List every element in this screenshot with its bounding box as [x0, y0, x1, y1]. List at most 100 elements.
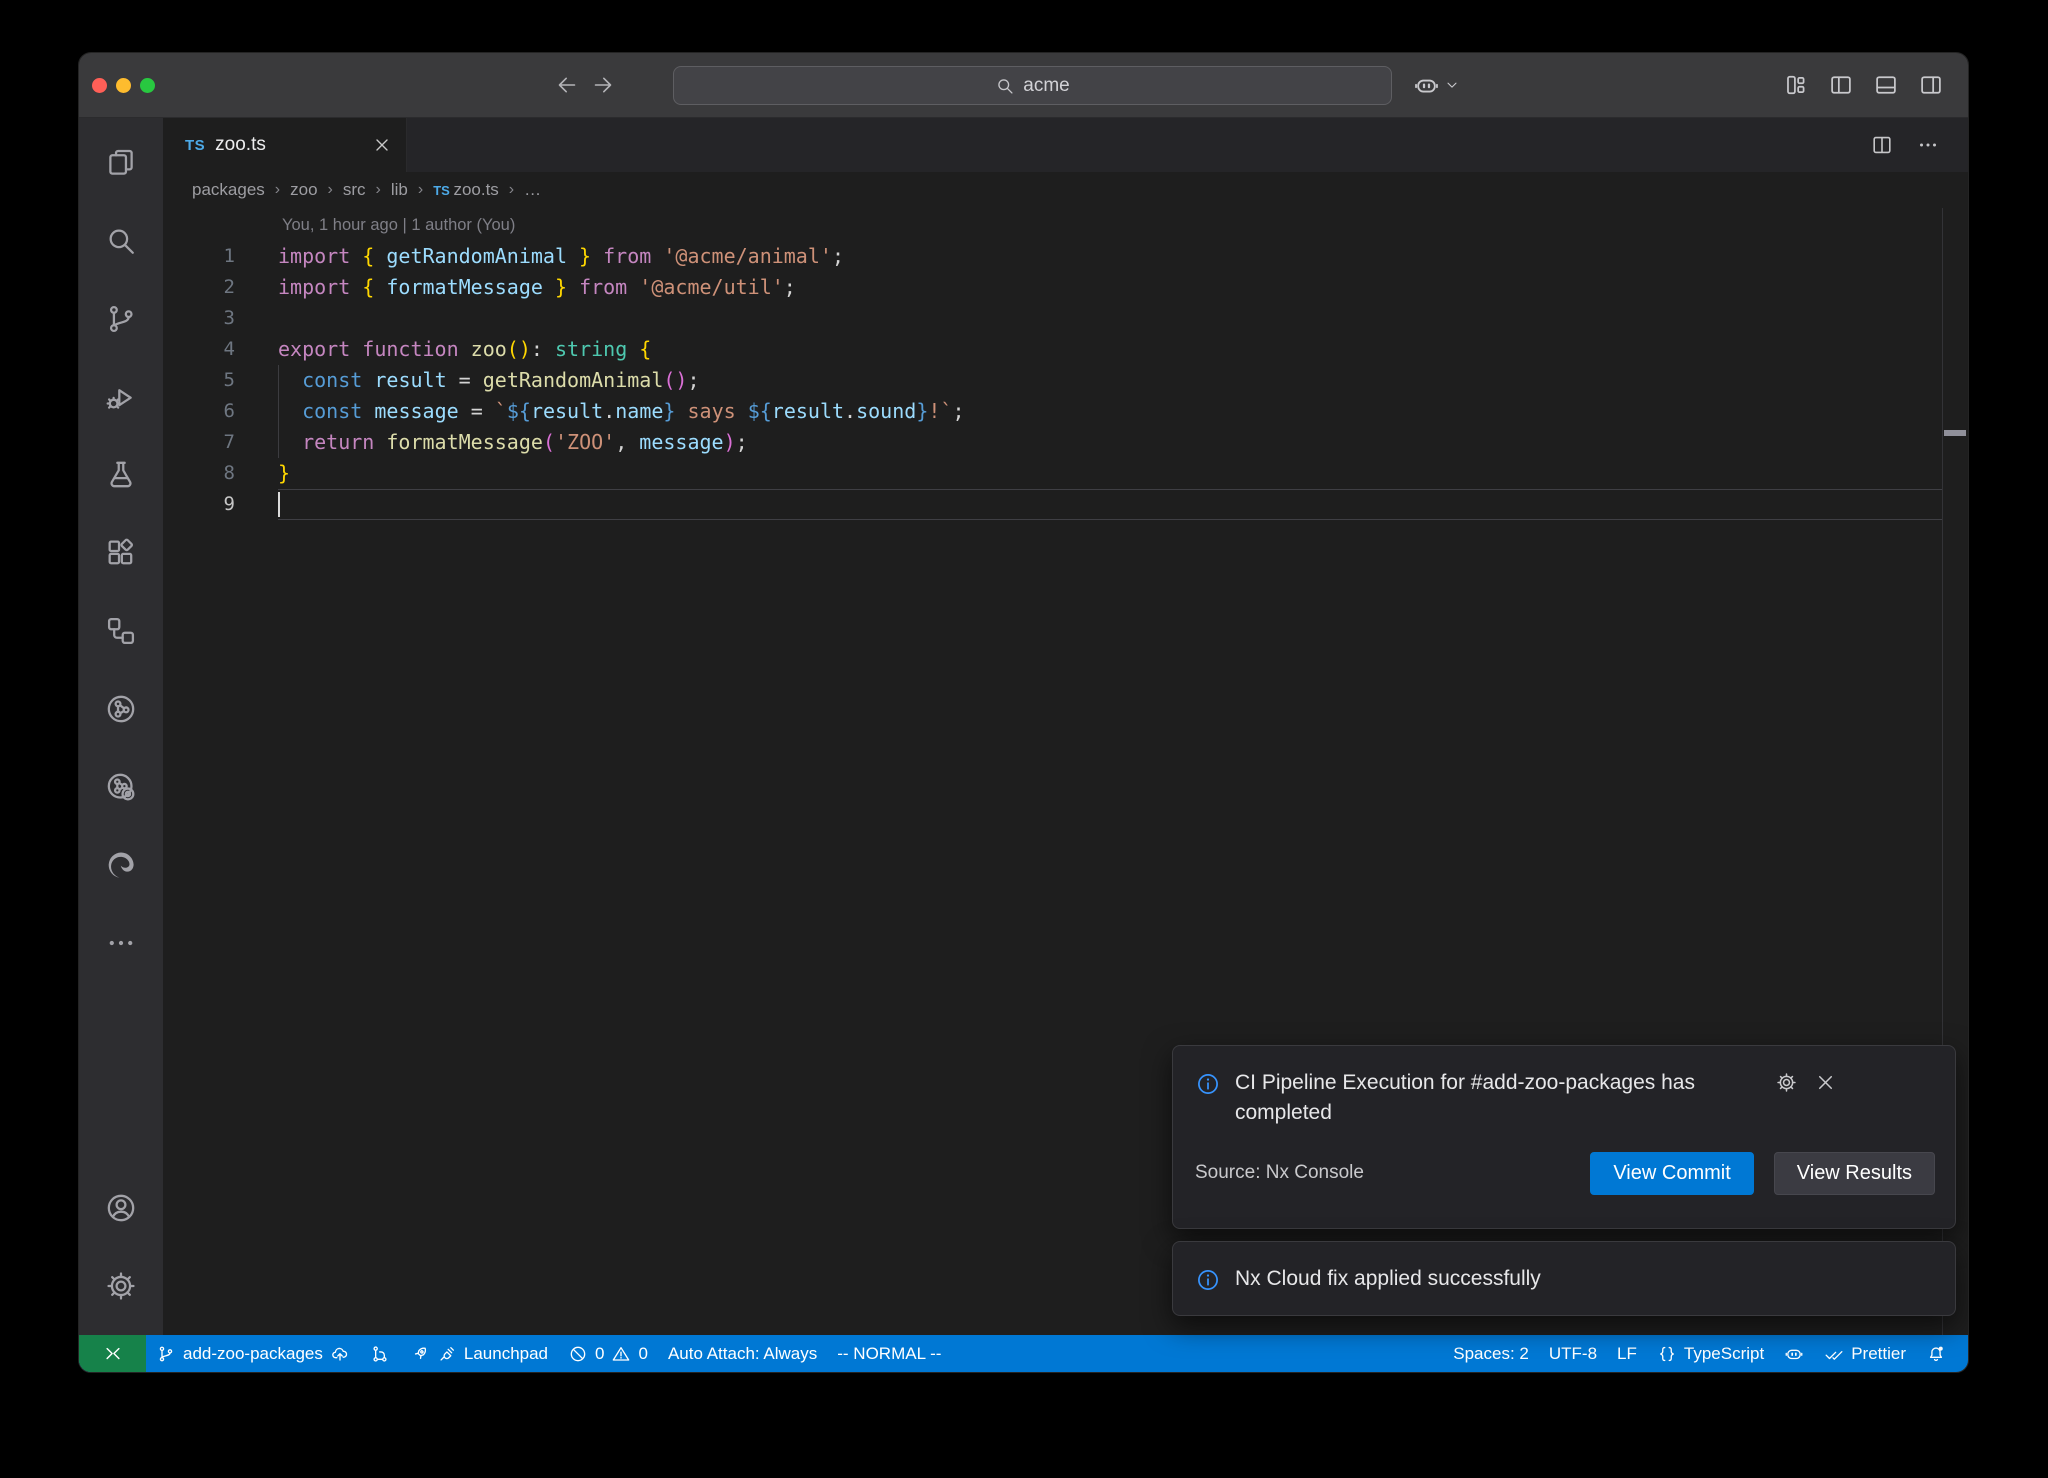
remote-indicator[interactable] — [79, 1335, 146, 1372]
status-label: -- NORMAL -- — [837, 1344, 941, 1364]
activity-settings[interactable] — [79, 1247, 163, 1325]
code-line-2[interactable]: 2import { formatMessage } from '@acme/ut… — [163, 272, 1968, 303]
copilot-icon — [1413, 72, 1440, 99]
line-number: 9 — [163, 489, 235, 520]
line-number: 5 — [163, 365, 235, 396]
code-line-6[interactable]: 6 const message = `${result.name} says $… — [163, 396, 1968, 427]
breadcrumb-item-0[interactable]: packages — [192, 180, 265, 200]
breadcrumb-item-2[interactable]: src — [343, 180, 366, 200]
code-line-3[interactable]: 3 — [163, 303, 1968, 334]
status-auto-attach[interactable]: Auto Attach: Always — [658, 1335, 827, 1372]
forward-icon[interactable] — [591, 73, 615, 97]
back-icon[interactable] — [555, 73, 579, 97]
layout-controls — [1783, 53, 1944, 117]
status-indentation[interactable]: Spaces: 2 — [1443, 1335, 1539, 1372]
bell-dot-icon — [1926, 1344, 1946, 1364]
status-label: Auto Attach: Always — [668, 1344, 817, 1364]
activity-bar — [79, 118, 163, 1335]
toggle-primary-sidebar-icon[interactable] — [1828, 72, 1854, 98]
code-text: const result = getRandomAnimal(); — [235, 365, 700, 396]
more-actions-icon[interactable] — [1916, 133, 1940, 157]
vscode-window: acme TS zoo.ts — [79, 53, 1968, 1372]
search-icon — [995, 76, 1015, 96]
code-text: const message = `${result.name} says ${r… — [235, 396, 965, 427]
customize-layout-icon[interactable] — [1783, 72, 1809, 98]
notification-toast-ci-pipeline: CI Pipeline Execution for #add-zoo-packa… — [1172, 1045, 1956, 1229]
breadcrumb-item-1[interactable]: zoo — [290, 180, 317, 200]
toggle-secondary-sidebar-icon[interactable] — [1918, 72, 1944, 98]
view-results-button[interactable]: View Results — [1774, 1152, 1935, 1195]
breadcrumb-item-5[interactable]: … — [524, 180, 541, 200]
traffic-lights — [79, 78, 155, 93]
code-line-7[interactable]: 7 return formatMessage('ZOO', message); — [163, 427, 1968, 458]
activity-nx-console[interactable] — [79, 670, 163, 748]
activity-explorer[interactable] — [79, 124, 163, 202]
activity-accounts[interactable] — [79, 1169, 163, 1247]
breadcrumb-separator: › — [376, 181, 381, 199]
activity-source-control[interactable] — [79, 280, 163, 358]
git-graph-icon — [370, 1344, 390, 1364]
line-number: 2 — [163, 272, 235, 303]
tab-bar: TS zoo.ts — [163, 118, 1968, 172]
status-launchpad[interactable]: Launchpad — [400, 1335, 558, 1372]
code-text: import { formatMessage } from '@acme/uti… — [235, 272, 796, 303]
activity-testing[interactable] — [79, 436, 163, 514]
code-line-8[interactable]: 8} — [163, 458, 1968, 489]
split-editor-icon[interactable] — [1870, 133, 1894, 157]
notification-settings-icon[interactable] — [1775, 1071, 1798, 1094]
view-commit-button[interactable]: View Commit — [1590, 1152, 1753, 1195]
code-line-5[interactable]: 5 const result = getRandomAnimal(); — [163, 365, 1968, 396]
status-bar: add-zoo-packages Launchpad00 Auto Attach: … — [79, 1335, 1968, 1372]
line-number: 8 — [163, 458, 235, 489]
git-branch-icon — [156, 1344, 176, 1364]
line-number: 4 — [163, 334, 235, 365]
command-center[interactable]: acme — [673, 66, 1392, 105]
status-label: 0 — [595, 1344, 604, 1364]
activity-extensions[interactable] — [79, 514, 163, 592]
close-button[interactable] — [92, 78, 107, 93]
status-copilot-status[interactable] — [1774, 1335, 1814, 1372]
toggle-panel-icon[interactable] — [1873, 72, 1899, 98]
activity-run-and-debug[interactable] — [79, 358, 163, 436]
tab-zoo-ts[interactable]: TS zoo.ts — [163, 118, 407, 172]
notification-close-icon[interactable] — [1814, 1071, 1837, 1094]
activity-search[interactable] — [79, 202, 163, 280]
chevron-down-icon — [1444, 77, 1460, 93]
status-notifications-bell[interactable] — [1916, 1335, 1956, 1372]
notification-source: Source: Nx Console — [1195, 1162, 1364, 1184]
code-line-1[interactable]: 1import { getRandomAnimal } from '@acme/… — [163, 241, 1968, 272]
status-label: Prettier — [1851, 1344, 1906, 1364]
line-number: 6 — [163, 396, 235, 427]
line-number: 3 — [163, 303, 235, 334]
activity-nx-cloud[interactable] — [79, 748, 163, 826]
status-source-control-graph[interactable] — [360, 1335, 400, 1372]
status-problems[interactable]: 00 — [558, 1335, 658, 1372]
indent-guide — [278, 365, 279, 458]
status-label: TypeScript — [1684, 1344, 1764, 1364]
status-eol[interactable]: LF — [1607, 1335, 1647, 1372]
current-line-highlight — [278, 489, 1943, 520]
code-text — [235, 489, 278, 520]
edge-icon — [104, 848, 138, 882]
breadcrumb-item-3[interactable]: lib — [391, 180, 408, 200]
activity-project-hierarchy[interactable] — [79, 592, 163, 670]
code-text — [235, 303, 278, 334]
status-formatter[interactable]: Prettier — [1814, 1335, 1916, 1372]
copilot-menu[interactable] — [1413, 53, 1460, 117]
status-encoding[interactable]: UTF-8 — [1539, 1335, 1607, 1372]
close-tab-icon[interactable] — [372, 135, 392, 155]
more-icon — [104, 926, 138, 960]
text-cursor — [278, 492, 280, 517]
status-git-branch[interactable]: add-zoo-packages — [146, 1335, 360, 1372]
minimize-button[interactable] — [116, 78, 131, 93]
status-language-mode[interactable]: TypeScript — [1647, 1335, 1774, 1372]
code-line-4[interactable]: 4export function zoo(): string { — [163, 334, 1968, 365]
activity-more-views[interactable] — [79, 904, 163, 982]
zoom-button[interactable] — [140, 78, 155, 93]
nx-cloud-icon — [104, 770, 138, 804]
status-vim-mode[interactable]: -- NORMAL -- — [827, 1335, 951, 1372]
breadcrumb-item-4[interactable]: TS zoo.ts — [433, 180, 499, 200]
activity-edge-tools[interactable] — [79, 826, 163, 904]
error-icon — [568, 1344, 588, 1364]
code-text: export function zoo(): string { — [235, 334, 651, 365]
